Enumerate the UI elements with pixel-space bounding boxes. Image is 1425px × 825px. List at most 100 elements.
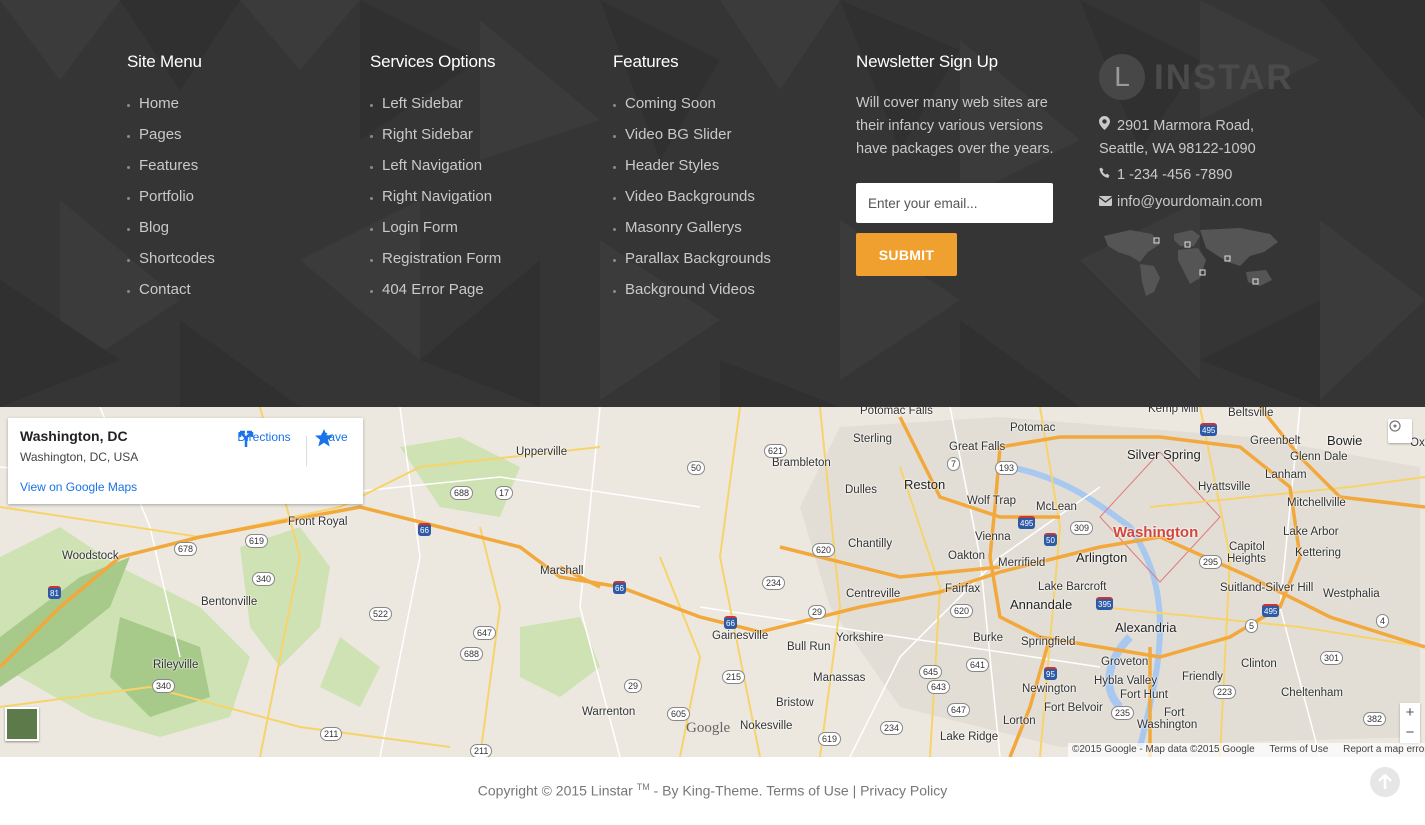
features-link-video-bg-slider[interactable]: Video BG Slider xyxy=(625,126,731,143)
view-on-google-maps-link[interactable]: View on Google Maps xyxy=(20,480,137,494)
bullet-icon xyxy=(370,104,373,107)
route-shield: 4 xyxy=(1376,614,1390,628)
map-label: Marshall xyxy=(540,565,584,577)
route-shield: 295 xyxy=(1199,555,1223,569)
map-label: Lake Ridge xyxy=(940,731,999,743)
route-shield: 641 xyxy=(966,658,990,672)
services-link-404-page[interactable]: 404 Error Page xyxy=(382,281,484,298)
google-map[interactable]: Potomac Falls Sterling Great Falls Potom… xyxy=(0,407,1425,757)
email-contact: info@yourdomain.com xyxy=(1098,190,1262,214)
bullet-icon xyxy=(613,259,616,262)
map-info-card: Washington, DC Washington, DC, USA View … xyxy=(8,418,363,504)
place-title: Washington, DC xyxy=(20,428,128,444)
street-view-icon[interactable] xyxy=(1388,419,1412,443)
email-field[interactable] xyxy=(856,183,1053,223)
email-address[interactable]: info@yourdomain.com xyxy=(1117,194,1262,210)
services-link-right-sidebar[interactable]: Right Sidebar xyxy=(382,126,473,143)
directions-button[interactable]: Directions xyxy=(236,428,292,447)
bullet-icon xyxy=(370,259,373,262)
map-label: Glenn Dale xyxy=(1290,451,1348,463)
map-label: Capitol xyxy=(1229,541,1265,553)
site-menu-link-pages[interactable]: Pages xyxy=(139,126,182,143)
bullet-icon xyxy=(613,228,616,231)
google-logo: Google xyxy=(686,720,731,736)
submit-button[interactable]: SUBMIT xyxy=(856,233,957,276)
map-label: Hybla Valley xyxy=(1094,675,1158,687)
services-link-login-form[interactable]: Login Form xyxy=(382,219,458,236)
bullet-icon xyxy=(613,166,616,169)
map-attribution: ©2015 Google - Map data ©2015 Google Ter… xyxy=(1068,743,1425,757)
route-shield: 234 xyxy=(762,576,786,590)
map-label: Vienna xyxy=(975,531,1011,543)
map-label: Mitchellville xyxy=(1287,497,1346,509)
route-shield: 223 xyxy=(1213,685,1237,699)
bullet-icon xyxy=(127,259,130,262)
features-list: Coming Soon Video BG Slider Header Style… xyxy=(613,94,771,311)
map-label: Kettering xyxy=(1295,547,1342,559)
zoom-out-button[interactable]: − xyxy=(1400,723,1420,743)
map-label: Fort xyxy=(1164,707,1185,719)
site-menu-link-shortcodes[interactable]: Shortcodes xyxy=(139,250,215,267)
features-link-header-styles[interactable]: Header Styles xyxy=(625,157,719,174)
address-line1: 2901 Marmora Road, xyxy=(1117,118,1255,134)
bullet-icon xyxy=(613,197,616,200)
map-label: Fort Hunt xyxy=(1120,689,1168,701)
route-shield: 647 xyxy=(947,703,971,717)
map-label: Bristow xyxy=(776,697,814,709)
list-item: Background Videos xyxy=(613,280,771,311)
map-label: Front Royal xyxy=(288,516,348,528)
trademark: TM xyxy=(636,782,650,792)
site-menu-link-contact[interactable]: Contact xyxy=(139,281,191,298)
address-line2: Seattle, WA 98122-1090 xyxy=(1099,141,1256,157)
site-menu-link-home[interactable]: Home xyxy=(139,95,179,112)
map-label: Bentonville xyxy=(201,596,258,608)
services-link-left-sidebar[interactable]: Left Sidebar xyxy=(382,95,463,112)
bullet-icon xyxy=(127,104,130,107)
terms-of-use-link[interactable]: Terms of Use xyxy=(766,783,848,799)
map-label: Clinton xyxy=(1241,658,1277,670)
services-link-right-navigation[interactable]: Right Navigation xyxy=(382,188,492,205)
phone-icon xyxy=(1099,163,1113,186)
map-terms-link[interactable]: Terms of Use xyxy=(1269,744,1328,755)
list-item: Video BG Slider xyxy=(613,125,771,156)
features-link-masonry-gallerys[interactable]: Masonry Gallerys xyxy=(625,219,742,236)
list-item: Left Sidebar xyxy=(370,94,501,125)
route-shield: 620 xyxy=(950,604,974,618)
site-menu-link-portfolio[interactable]: Portfolio xyxy=(139,188,194,205)
interstate-shield: 495 xyxy=(1018,516,1036,529)
features-link-video-backgrounds[interactable]: Video Backgrounds xyxy=(625,188,755,205)
site-menu-link-features[interactable]: Features xyxy=(139,157,198,174)
route-shield: 211 xyxy=(470,744,493,757)
route-shield: 7 xyxy=(947,457,961,471)
map-label: Centreville xyxy=(846,588,901,600)
route-shield: 211 xyxy=(320,727,343,741)
back-to-top-icon[interactable] xyxy=(1370,767,1400,797)
map-label: Great Falls xyxy=(949,441,1006,453)
list-item: Masonry Gallerys xyxy=(613,218,771,249)
map-label: Silver Spring xyxy=(1127,447,1201,462)
services-link-left-navigation[interactable]: Left Navigation xyxy=(382,157,482,174)
satellite-view-toggle[interactable] xyxy=(5,707,39,741)
list-item: Shortcodes xyxy=(127,249,215,280)
features-link-parallax-backgrounds[interactable]: Parallax Backgrounds xyxy=(625,250,771,267)
services-link-registration-form[interactable]: Registration Form xyxy=(382,250,501,267)
footer: Site Menu Home Pages Features Portfolio … xyxy=(0,0,1425,407)
site-menu-link-blog[interactable]: Blog xyxy=(139,219,169,236)
map-label: Bull Run xyxy=(787,641,831,653)
map-label: McLean xyxy=(1036,501,1077,513)
map-label: Fort Belvoir xyxy=(1044,702,1103,714)
features-link-coming-soon[interactable]: Coming Soon xyxy=(625,95,716,112)
zoom-in-button[interactable]: + xyxy=(1400,703,1420,723)
privacy-policy-link[interactable]: Privacy Policy xyxy=(860,783,947,799)
map-label: Heights xyxy=(1227,553,1266,565)
report-map-error-link[interactable]: Report a map error xyxy=(1343,744,1425,755)
save-button[interactable]: Save xyxy=(314,428,354,447)
route-shield: 605 xyxy=(667,707,691,721)
bullet-icon xyxy=(127,135,130,138)
map-label: Oxon xyxy=(1410,437,1425,449)
features-link-background-videos[interactable]: Background Videos xyxy=(625,281,755,298)
bullet-icon xyxy=(370,290,373,293)
map-label: Arlington xyxy=(1076,550,1128,565)
site-menu-list: Home Pages Features Portfolio Blog Short… xyxy=(127,94,215,311)
route-shield: 17 xyxy=(495,486,514,500)
